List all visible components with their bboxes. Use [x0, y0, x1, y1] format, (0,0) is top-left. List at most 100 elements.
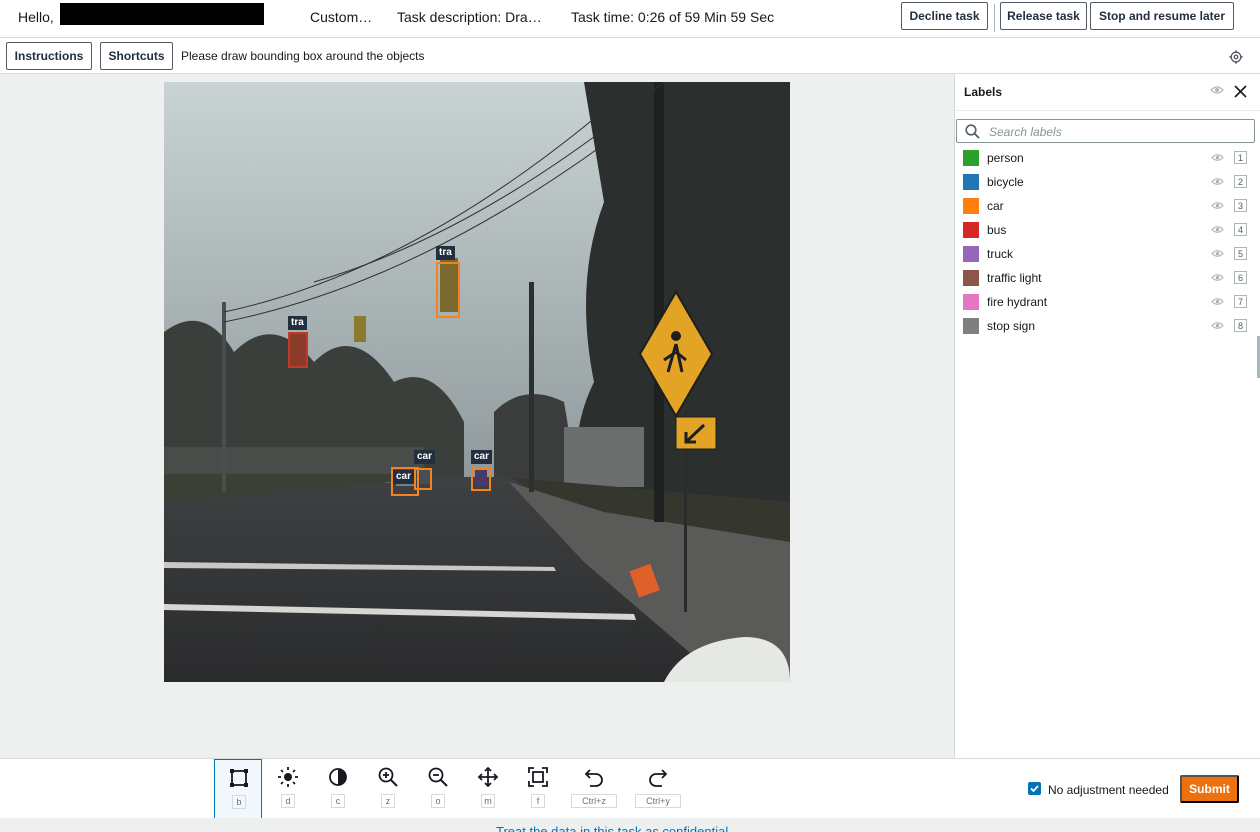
label-color-swatch	[963, 222, 979, 238]
bounding-box[interactable]	[471, 467, 491, 491]
confidential-notice: Treat the data in this task as confident…	[496, 824, 729, 832]
divider	[955, 110, 1260, 111]
bounding-box[interactable]	[288, 332, 308, 368]
label-item[interactable]: bicycle 2	[955, 171, 1255, 195]
search-placeholder: Search labels	[989, 125, 1062, 139]
label-name: car	[987, 199, 1004, 213]
label-item[interactable]: person 1	[955, 147, 1255, 171]
redo-tool-button[interactable]: Ctrl+y	[634, 759, 682, 819]
label-color-swatch	[963, 294, 979, 310]
stop-and-resume-button[interactable]: Stop and resume later	[1090, 2, 1234, 30]
task-title: Custom…	[310, 9, 373, 25]
greeting: Hello,	[18, 9, 54, 25]
brightness-icon	[278, 767, 298, 787]
label-shortcut-key: 1	[1234, 151, 1247, 164]
shortcut-key: o	[431, 794, 445, 808]
bbox-label: car	[393, 470, 415, 484]
submit-button[interactable]: Submit	[1180, 775, 1239, 803]
shortcut-key: b	[232, 795, 246, 809]
label-item[interactable]: stop sign 8	[955, 315, 1255, 339]
label-shortcut-key: 3	[1234, 199, 1247, 212]
search-icon	[965, 124, 980, 139]
brightness-tool-button[interactable]: d	[264, 759, 312, 819]
zoom-in-tool-button[interactable]: z	[364, 759, 412, 819]
instructions-bar: Instructions Shortcuts Please draw bound…	[0, 38, 1260, 74]
bbox-label: tra	[288, 316, 307, 330]
eye-icon[interactable]	[1210, 85, 1224, 95]
label-color-swatch	[963, 150, 979, 166]
annotation-canvas[interactable]: tra tra car car car	[0, 74, 955, 758]
task-timer: Task time: 0:26 of 59 Min 59 Sec	[571, 9, 775, 25]
bbox-label: car	[471, 450, 493, 464]
bounding-box-icon	[230, 769, 248, 787]
fit-screen-tool-button[interactable]: f	[514, 759, 562, 819]
decline-task-button[interactable]: Decline task	[901, 2, 988, 30]
check-icon	[1030, 785, 1039, 793]
redo-icon	[649, 769, 668, 787]
shortcuts-button[interactable]: Shortcuts	[100, 42, 173, 70]
label-name: truck	[987, 247, 1014, 261]
bounding-box[interactable]	[436, 262, 460, 318]
label-shortcut-key: 8	[1234, 319, 1247, 332]
label-item[interactable]: car 3	[955, 195, 1255, 219]
undo-tool-button[interactable]: Ctrl+z	[570, 759, 618, 819]
eye-icon[interactable]	[1211, 249, 1224, 258]
bbox-label: car	[414, 450, 436, 464]
no-adjustment-checkbox[interactable]	[1028, 782, 1041, 795]
label-name: traffic light	[987, 271, 1042, 285]
eye-icon[interactable]	[1211, 153, 1224, 162]
eye-icon[interactable]	[1211, 321, 1224, 330]
label-color-swatch	[963, 246, 979, 262]
shortcut-key: c	[331, 794, 345, 808]
eye-icon[interactable]	[1211, 201, 1224, 210]
contrast-tool-button[interactable]: c	[314, 759, 362, 819]
panel-title: Labels	[964, 85, 1003, 99]
shortcut-key: Ctrl+z	[571, 794, 617, 808]
label-name: fire hydrant	[987, 295, 1048, 309]
label-name: bus	[987, 223, 1007, 237]
shortcut-key: f	[531, 794, 545, 808]
label-color-swatch	[963, 174, 979, 190]
shortcut-key: z	[381, 794, 395, 808]
no-adjustment-label[interactable]: No adjustment needed	[1048, 783, 1169, 797]
move-tool-button[interactable]: m	[464, 759, 512, 819]
fit-screen-icon	[528, 767, 548, 787]
bbox-label: tra	[436, 246, 455, 260]
release-task-button[interactable]: Release task	[1000, 2, 1087, 30]
label-shortcut-key: 5	[1234, 247, 1247, 260]
close-icon[interactable]	[1234, 85, 1247, 98]
street-scene-image[interactable]: tra tra car car car	[164, 82, 790, 682]
bounding-box-tool-button[interactable]: b	[214, 759, 262, 819]
top-bar: Hello, Custom… Task description: Dra… Ta…	[0, 0, 1260, 38]
label-shortcut-key: 6	[1234, 271, 1247, 284]
bottom-toolbar: b d c z o m f Ctrl+z Ctrl+y No adjustment needed…	[0, 758, 1260, 819]
zoom-out-tool-button[interactable]: o	[414, 759, 462, 819]
zoom-in-icon	[378, 767, 398, 787]
label-name: bicycle	[987, 175, 1024, 189]
label-item[interactable]: traffic light 6	[955, 267, 1255, 291]
eye-icon[interactable]	[1211, 225, 1224, 234]
contrast-icon	[329, 768, 347, 786]
shortcut-key: m	[481, 794, 495, 808]
redacted-username	[60, 3, 264, 25]
eye-icon[interactable]	[1211, 273, 1224, 282]
label-item[interactable]: truck 5	[955, 243, 1255, 267]
task-instruction: Please draw bounding box around the obje…	[181, 49, 425, 63]
eye-icon[interactable]	[1211, 297, 1224, 306]
task-description: Task description: Dra…	[397, 9, 542, 25]
gear-icon[interactable]	[1229, 50, 1243, 64]
label-item[interactable]: fire hydrant 7	[955, 291, 1255, 315]
shortcut-key: Ctrl+y	[635, 794, 681, 808]
instructions-button[interactable]: Instructions	[6, 42, 92, 70]
label-shortcut-key: 7	[1234, 295, 1247, 308]
label-name: stop sign	[987, 319, 1036, 333]
label-shortcut-key: 4	[1234, 223, 1247, 236]
eye-icon[interactable]	[1211, 177, 1224, 186]
label-color-swatch	[963, 318, 979, 334]
move-icon	[477, 766, 499, 788]
search-labels-input[interactable]: Search labels	[956, 119, 1255, 143]
label-color-swatch	[963, 198, 979, 214]
shortcut-key: d	[281, 794, 295, 808]
zoom-out-icon	[428, 767, 448, 787]
label-item[interactable]: bus 4	[955, 219, 1255, 243]
